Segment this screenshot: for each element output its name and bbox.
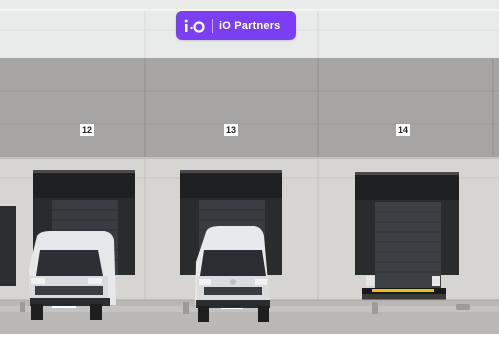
van-center-plate: 8AC 3855 [225,304,239,308]
cladding-band [0,58,499,158]
logo-divider [212,18,213,33]
warehouse-photo [0,0,499,340]
dock-number-14: 14 [396,124,410,136]
van-left-plate: 8AC 3855 [57,303,71,307]
logo-text: iO Partners [219,19,281,32]
io-logo-mark-icon [184,19,206,33]
io-partners-logo: iO Partners [176,11,296,40]
dock-number-12: 12 [80,124,94,136]
dock-number-13: 13 [224,124,238,136]
